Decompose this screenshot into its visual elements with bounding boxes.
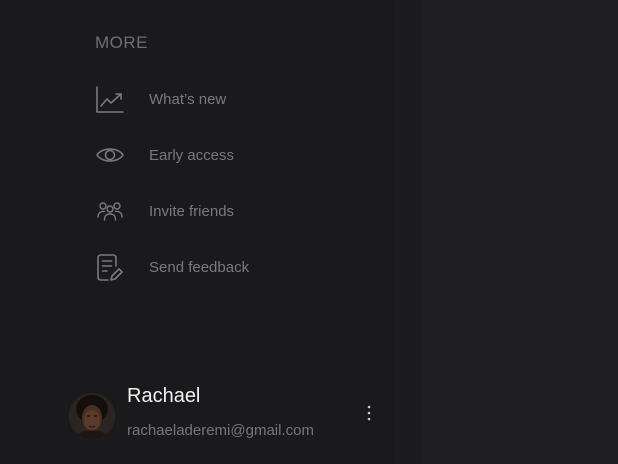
- sidebar: MORE What’s new Early access Invite frie…: [0, 0, 394, 464]
- sidebar-item-invite-friends[interactable]: Invite friends: [95, 194, 345, 228]
- profile-more-button[interactable]: [361, 404, 377, 426]
- sidebar-item-label: Send feedback: [149, 258, 250, 276]
- vertical-ellipsis-icon: [367, 405, 371, 426]
- sidebar-item-whats-new[interactable]: What’s new: [95, 82, 345, 116]
- trending-chart-icon: [95, 84, 125, 114]
- feedback-edit-icon: [95, 252, 125, 282]
- main-panel: [394, 0, 618, 464]
- user-profile[interactable]: Rachael rachaeladeremi@gmail.com: [69, 382, 379, 452]
- sidebar-item-label: Early access: [149, 146, 235, 164]
- sidebar-item-label: What’s new: [149, 90, 227, 108]
- sidebar-item-early-access[interactable]: Early access: [95, 138, 345, 172]
- sidebar-item-label: Invite friends: [149, 202, 235, 220]
- avatar[interactable]: [69, 393, 115, 439]
- eye-icon: [95, 140, 125, 170]
- users-group-icon: [95, 196, 125, 226]
- user-email: rachaeladeremi@gmail.com: [127, 422, 314, 439]
- user-name: Rachael: [127, 385, 201, 407]
- sidebar-item-send-feedback[interactable]: Send feedback: [95, 250, 345, 284]
- app-root: MORE What’s new Early access Invite frie…: [0, 0, 618, 464]
- panel-divider: [394, 0, 421, 464]
- more-section-heading: MORE: [95, 33, 148, 52]
